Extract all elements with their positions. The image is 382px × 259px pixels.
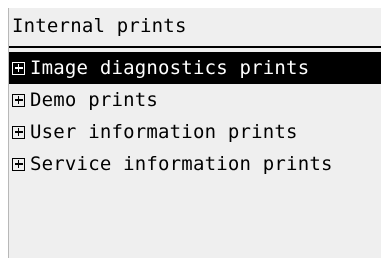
menu-item-image-diagnostics-prints[interactable]: Image diagnostics prints: [9, 52, 381, 84]
menu-item-label: Image diagnostics prints: [30, 57, 310, 79]
menu-item-service-information-prints[interactable]: Service information prints: [9, 148, 381, 180]
expand-plus-icon: [12, 157, 25, 171]
title-bar: Internal prints: [9, 14, 381, 48]
menu-item-user-information-prints[interactable]: User information prints: [9, 116, 381, 148]
expand-plus-icon: [12, 125, 25, 139]
printer-display-screen: Internal prints Image diagnostics prints…: [8, 8, 381, 258]
menu-item-demo-prints[interactable]: Demo prints: [9, 84, 381, 116]
expand-plus-icon: [12, 61, 25, 75]
internal-prints-menu: Image diagnostics prints Demo prints Use…: [9, 52, 381, 180]
menu-item-label: Service information prints: [30, 153, 333, 175]
expand-plus-icon: [12, 93, 25, 107]
menu-item-label: Demo prints: [30, 89, 159, 111]
screen-title: Internal prints: [12, 15, 187, 37]
menu-item-label: User information prints: [30, 121, 298, 143]
